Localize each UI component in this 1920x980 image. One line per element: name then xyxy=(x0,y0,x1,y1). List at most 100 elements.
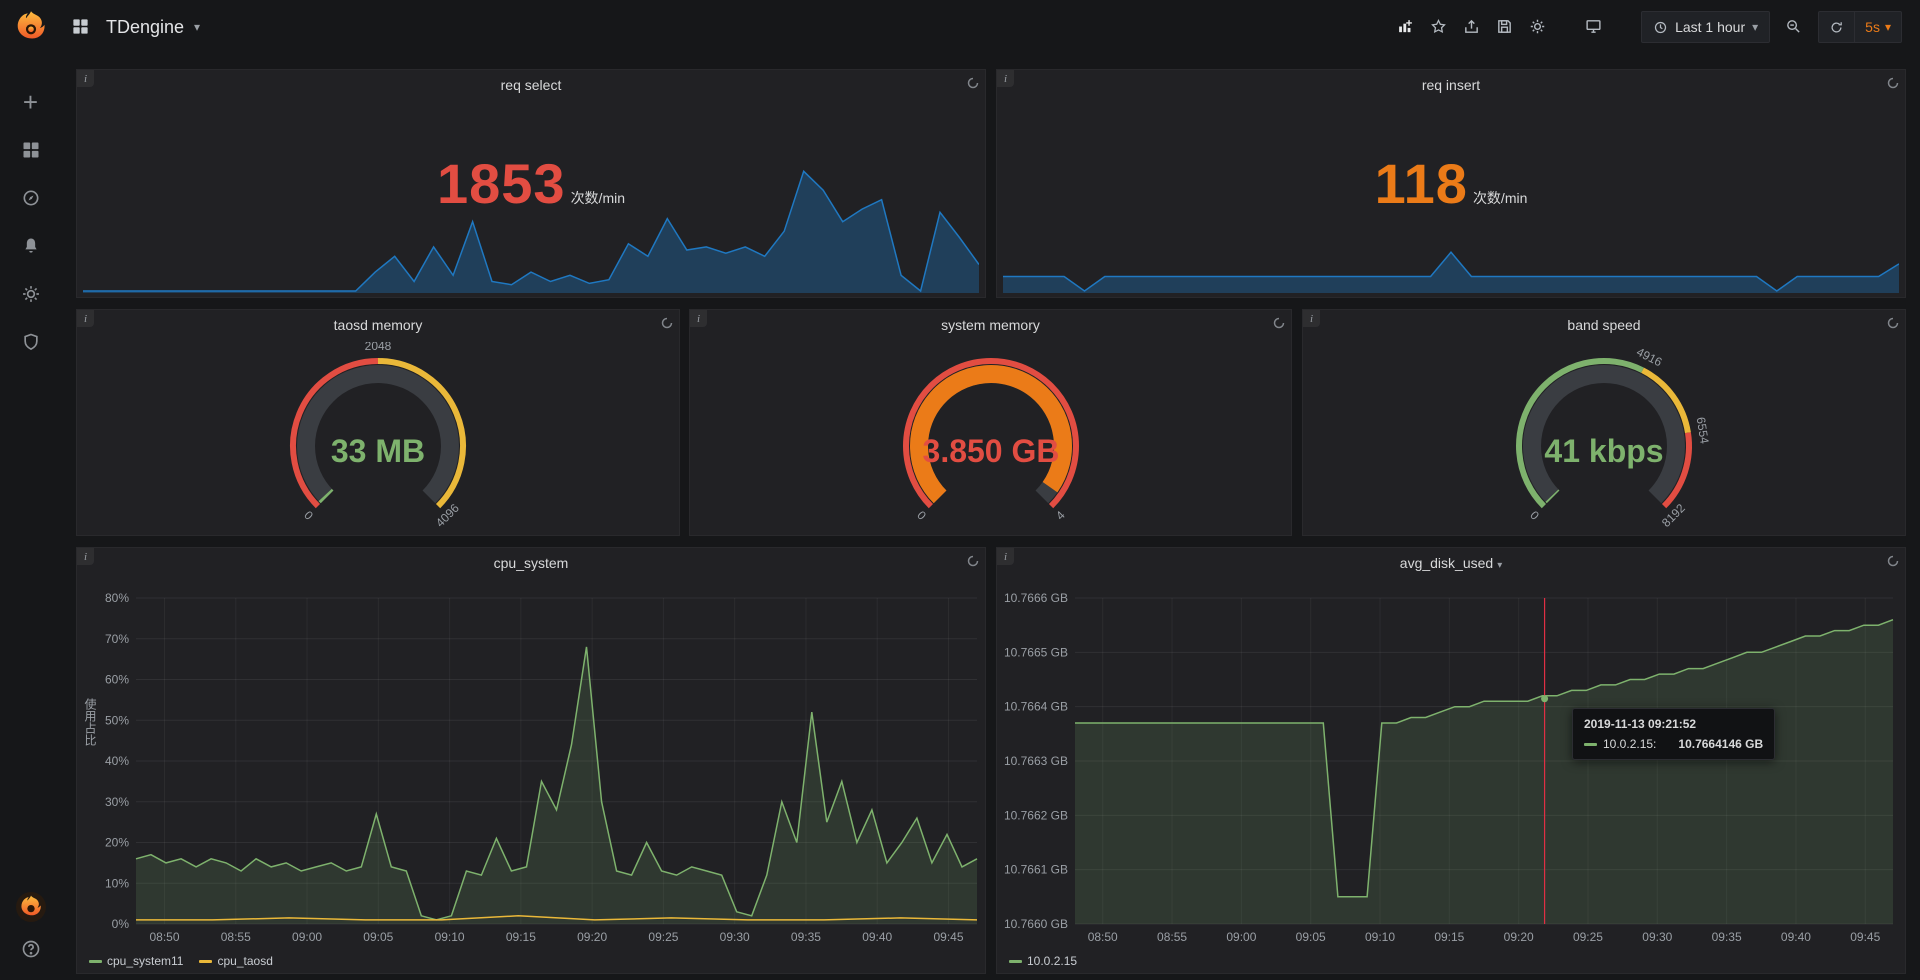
panel-title[interactable]: taosd memory xyxy=(77,317,679,333)
svg-text:40%: 40% xyxy=(105,754,129,768)
svg-text:20%: 20% xyxy=(105,836,129,850)
svg-text:2048: 2048 xyxy=(365,342,392,353)
sidebar-admin-icon[interactable] xyxy=(20,331,42,353)
sidebar-alerting-icon[interactable] xyxy=(20,235,42,257)
legend-series-name: 10.0.2.15 xyxy=(1027,954,1077,968)
refresh-interval-button[interactable]: 5s ▾ xyxy=(1854,12,1901,42)
svg-text:09:40: 09:40 xyxy=(862,930,892,944)
time-series-chart[interactable]: 10.7660 GB10.7661 GB10.7662 GB10.7663 GB… xyxy=(997,548,1905,973)
panel-system-memory: i system memory 043.850 GB xyxy=(689,309,1292,536)
panel-loading-spinner-icon xyxy=(967,554,979,572)
svg-text:09:40: 09:40 xyxy=(1781,930,1811,944)
panel-title[interactable]: req insert xyxy=(997,77,1905,93)
legend-series-dash xyxy=(199,960,212,963)
tooltip-time: 2019-11-13 09:21:52 xyxy=(1584,717,1763,731)
zoom-out-button[interactable] xyxy=(1785,18,1803,36)
legend-series-dash xyxy=(1009,960,1022,963)
panel-title[interactable]: avg_disk_used▾ xyxy=(997,555,1905,571)
panel-title[interactable]: band speed xyxy=(1303,317,1905,333)
dashboard-settings-button[interactable] xyxy=(1529,18,1547,36)
panel-loading-spinner-icon xyxy=(1887,554,1899,572)
legend-item[interactable]: 10.0.2.15 xyxy=(1009,954,1077,968)
dashboard-grid-icon[interactable] xyxy=(71,17,91,37)
svg-text:10.7661 GB: 10.7661 GB xyxy=(1004,863,1068,877)
panel-req-insert: i req insert 118 次数/min xyxy=(996,69,1906,298)
svg-text:60%: 60% xyxy=(105,673,129,687)
svg-text:10.7664 GB: 10.7664 GB xyxy=(1004,700,1068,714)
svg-text:10.7666 GB: 10.7666 GB xyxy=(1004,591,1068,605)
svg-text:09:45: 09:45 xyxy=(933,930,963,944)
legend-series-name: cpu_taosd xyxy=(217,954,272,968)
svg-text:4: 4 xyxy=(1053,508,1068,523)
panel-avg-disk-used: i avg_disk_used▾ 10.7660 GB10.7661 GB10.… xyxy=(996,547,1906,974)
chart-legend: 10.0.2.15 xyxy=(1009,954,1077,968)
svg-text:09:30: 09:30 xyxy=(1642,930,1672,944)
tooltip-series-name: 10.0.2.15: xyxy=(1603,737,1656,751)
legend-series-dash xyxy=(89,960,102,963)
panel-loading-spinner-icon xyxy=(1887,316,1899,334)
stat-value: 118 次数/min xyxy=(997,70,1905,297)
gauge: 043.850 GB xyxy=(690,342,1291,538)
svg-text:6554: 6554 xyxy=(1694,416,1712,445)
gauge: 02048409633 MB xyxy=(77,342,679,538)
time-picker-caret-icon: ▾ xyxy=(1752,20,1758,34)
panel-menu-caret-icon[interactable]: ▾ xyxy=(1497,560,1502,571)
gauge: 049166554819241 kbps xyxy=(1303,342,1905,538)
time-series-chart[interactable]: 0%10%20%30%40%50%60%70%80%08:5008:5509:0… xyxy=(77,548,985,973)
top-navbar: TDengine ▾ Last 1 hour ▾ xyxy=(61,0,1920,54)
user-avatar[interactable] xyxy=(16,892,46,922)
refresh-button[interactable] xyxy=(1819,12,1854,42)
panel-title[interactable]: system memory xyxy=(690,317,1291,333)
svg-text:0: 0 xyxy=(1527,508,1542,523)
stat-unit: 次数/min xyxy=(1473,188,1527,208)
sidebar-create-icon[interactable]: + xyxy=(20,91,42,113)
panel-band-speed: i band speed 049166554819241 kbps xyxy=(1302,309,1906,536)
svg-text:09:20: 09:20 xyxy=(577,930,607,944)
share-button[interactable] xyxy=(1463,18,1481,36)
time-picker-button[interactable]: Last 1 hour ▾ xyxy=(1641,11,1770,43)
svg-text:10.7660 GB: 10.7660 GB xyxy=(1004,917,1068,931)
sidebar-configuration-icon[interactable] xyxy=(20,283,42,305)
sidebar-dashboards-icon[interactable] xyxy=(20,139,42,161)
svg-text:0: 0 xyxy=(301,508,316,523)
save-button[interactable] xyxy=(1496,18,1514,36)
svg-text:10.7665 GB: 10.7665 GB xyxy=(1004,645,1068,659)
chart-tooltip: 2019-11-13 09:21:52 10.0.2.15: 10.766414… xyxy=(1572,708,1775,760)
svg-text:09:20: 09:20 xyxy=(1504,930,1534,944)
svg-text:09:10: 09:10 xyxy=(435,930,465,944)
legend-item[interactable]: cpu_system11 xyxy=(89,954,183,968)
svg-text:3.850 GB: 3.850 GB xyxy=(922,433,1059,469)
panel-req-select: i req select 1853 次数/min xyxy=(76,69,986,298)
tooltip-value: 10.7664146 GB xyxy=(1678,737,1763,751)
panel-loading-spinner-icon xyxy=(967,76,979,94)
stat-value: 1853 次数/min xyxy=(77,70,985,297)
legend-series-name: cpu_system11 xyxy=(107,954,183,968)
panel-title[interactable]: req select xyxy=(77,77,985,93)
legend-item[interactable]: cpu_taosd xyxy=(199,954,272,968)
dashboard-title[interactable]: TDengine xyxy=(106,17,184,38)
svg-text:10.7663 GB: 10.7663 GB xyxy=(1004,754,1068,768)
dashboard-title-caret-icon[interactable]: ▾ xyxy=(194,20,200,34)
refresh-interval-caret-icon: ▾ xyxy=(1885,20,1891,34)
svg-text:10%: 10% xyxy=(105,876,129,890)
svg-text:33 MB: 33 MB xyxy=(331,433,425,469)
panel-title[interactable]: cpu_system xyxy=(77,555,985,571)
cycle-view-mode-button[interactable] xyxy=(1585,18,1603,36)
add-panel-button[interactable] xyxy=(1397,18,1415,36)
sidebar-explore-icon[interactable] xyxy=(20,187,42,209)
svg-text:09:25: 09:25 xyxy=(1573,930,1603,944)
svg-text:09:10: 09:10 xyxy=(1365,930,1395,944)
svg-text:09:00: 09:00 xyxy=(292,930,322,944)
help-icon[interactable] xyxy=(20,938,42,960)
svg-text:09:00: 09:00 xyxy=(1226,930,1256,944)
star-button[interactable] xyxy=(1430,18,1448,36)
refresh-button-group: 5s ▾ xyxy=(1818,11,1902,43)
svg-text:30%: 30% xyxy=(105,795,129,809)
svg-text:09:05: 09:05 xyxy=(1296,930,1326,944)
svg-text:08:55: 08:55 xyxy=(1157,930,1187,944)
svg-text:09:05: 09:05 xyxy=(363,930,393,944)
panel-taosd-memory: i taosd memory 02048409633 MB xyxy=(76,309,680,536)
stat-number: 1853 xyxy=(437,151,566,216)
svg-text:80%: 80% xyxy=(105,591,129,605)
grafana-logo[interactable] xyxy=(13,9,49,45)
